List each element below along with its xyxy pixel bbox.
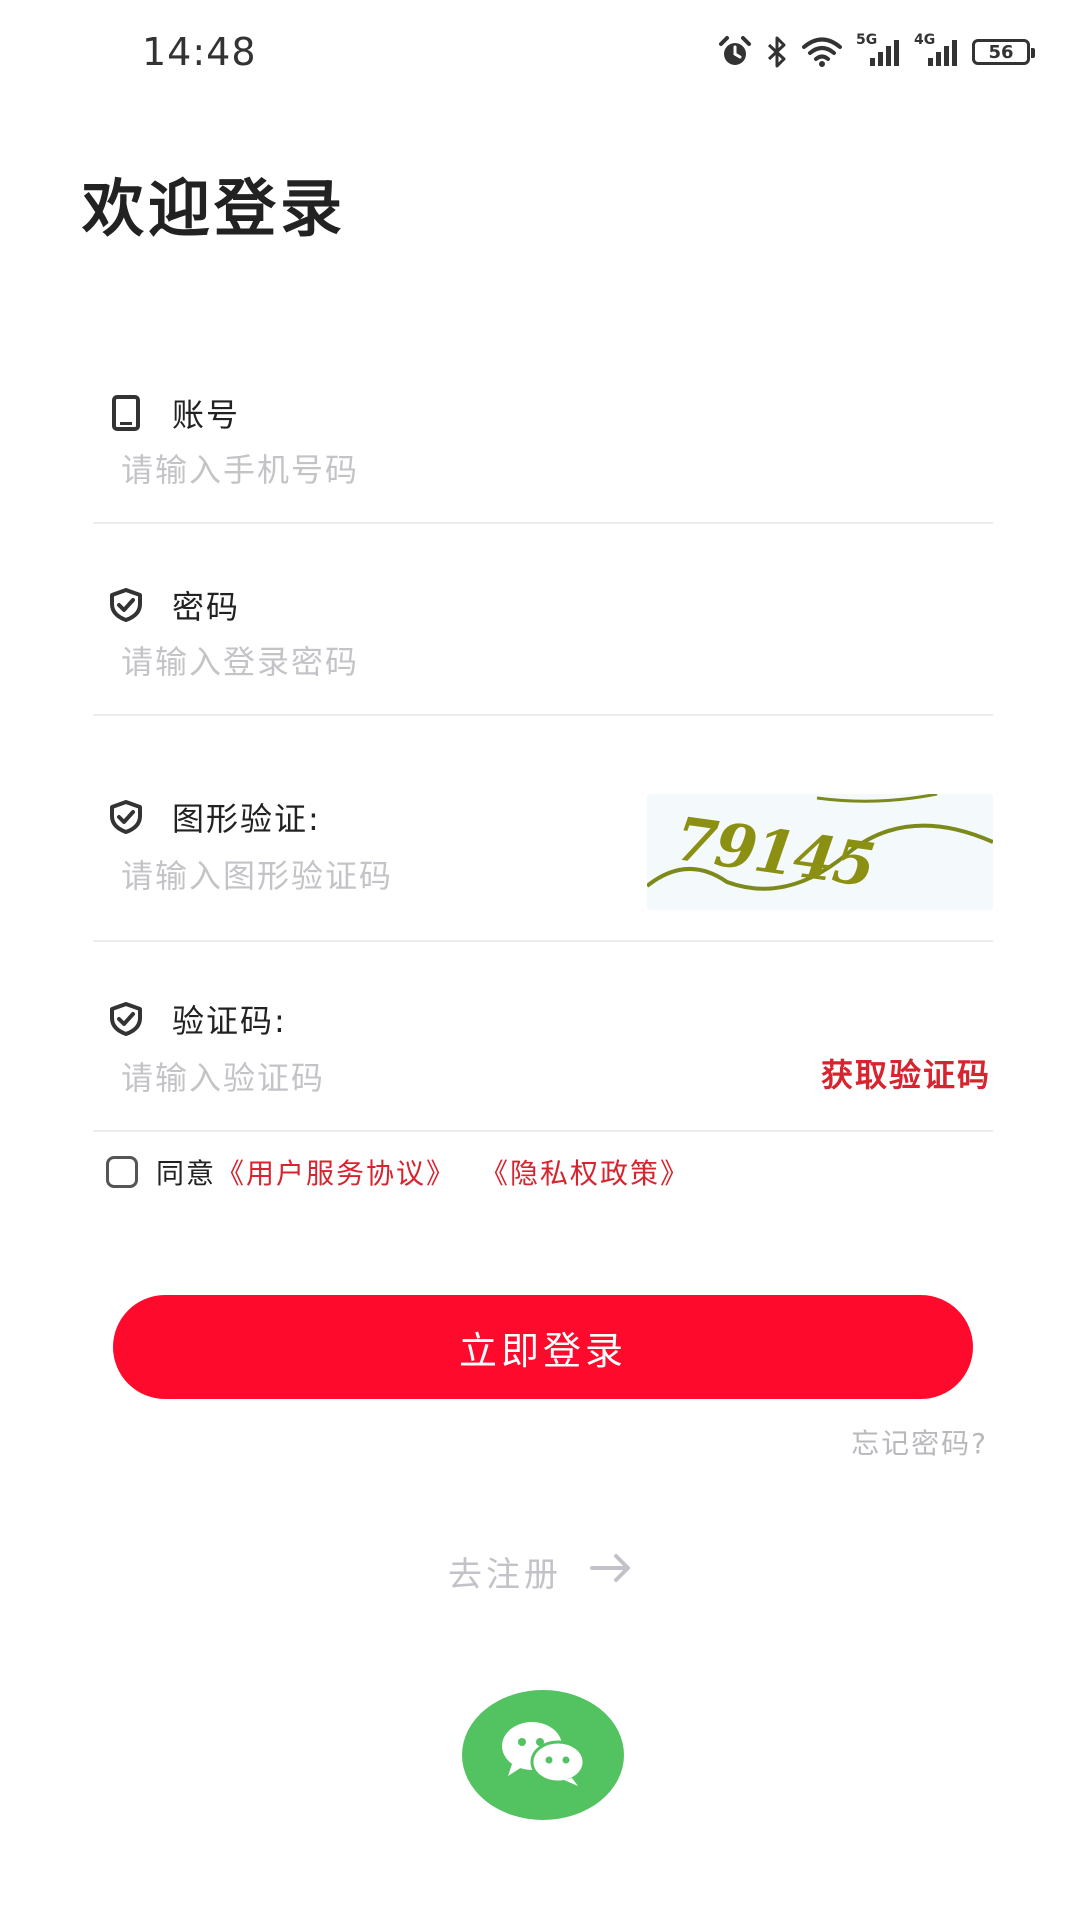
- page-title: 欢迎登录: [82, 172, 347, 245]
- agreement-prefix: 同意: [156, 1157, 217, 1190]
- sms-code-label: 验证码:: [172, 1002, 287, 1040]
- password-label: 密码: [172, 588, 241, 626]
- get-code-button[interactable]: 获取验证码: [821, 1050, 991, 1096]
- login-button[interactable]: 立即登录: [113, 1295, 973, 1399]
- account-label: 账号: [172, 396, 241, 434]
- image-captcha-field: 图形验证: 79145: [93, 794, 993, 942]
- status-bar: 14:48 5G 4G 56: [0, 0, 1080, 110]
- forgot-password-link[interactable]: 忘记密码?: [851, 1422, 988, 1462]
- status-icons: 5G 4G 56: [718, 32, 1035, 72]
- arrow-right-icon: [590, 1552, 632, 1592]
- battery-level: 56: [988, 41, 1014, 63]
- agreement-checkbox[interactable]: [106, 1156, 138, 1188]
- register-link[interactable]: 去注册: [448, 1547, 632, 1596]
- status-time: 14:48: [142, 30, 257, 74]
- alarm-icon: [718, 35, 752, 69]
- network-5g-label: 5G: [856, 32, 878, 48]
- battery-icon: 56: [972, 39, 1035, 65]
- wechat-login-button[interactable]: [462, 1690, 624, 1820]
- account-input[interactable]: [121, 446, 941, 494]
- wechat-icon: [498, 1718, 588, 1792]
- password-field: 密码: [93, 570, 993, 716]
- sms-code-field: 验证码: 获取验证码: [93, 996, 993, 1132]
- agreement-row: 同意 《用户服务协议》 《隐私权政策》: [106, 1152, 690, 1192]
- register-label: 去注册: [448, 1555, 562, 1595]
- privacy-link[interactable]: 《隐私权政策》: [480, 1152, 690, 1192]
- signal-5g-icon: 5G: [856, 32, 900, 68]
- terms-link[interactable]: 《用户服务协议》: [216, 1152, 456, 1192]
- image-captcha-label: 图形验证:: [172, 800, 321, 838]
- network-4g-label: 4G: [914, 32, 936, 48]
- shield-icon: [108, 799, 144, 835]
- signal-4g-icon: 4G: [914, 32, 958, 68]
- sms-code-label-row: 验证码:: [108, 996, 287, 1042]
- sms-code-input[interactable]: [121, 1054, 641, 1102]
- account-label-row: 账号: [108, 390, 240, 436]
- image-captcha-label-row: 图形验证:: [108, 794, 321, 840]
- account-field: 账号: [93, 378, 993, 524]
- bluetooth-icon: [766, 35, 788, 69]
- password-input[interactable]: [121, 638, 941, 686]
- captcha-image[interactable]: 79145: [647, 794, 993, 910]
- shield-icon: [108, 1001, 144, 1037]
- phone-icon: [108, 395, 144, 431]
- image-captcha-input[interactable]: [121, 852, 621, 900]
- password-label-row: 密码: [108, 582, 240, 628]
- shield-icon: [108, 587, 144, 623]
- wifi-icon: [802, 36, 842, 68]
- captcha-text: 79145: [671, 804, 878, 901]
- login-page: 14:48 5G 4G 56 欢迎登录 账号 请输入手机号码 密码 图形验证: …: [0, 0, 1080, 1920]
